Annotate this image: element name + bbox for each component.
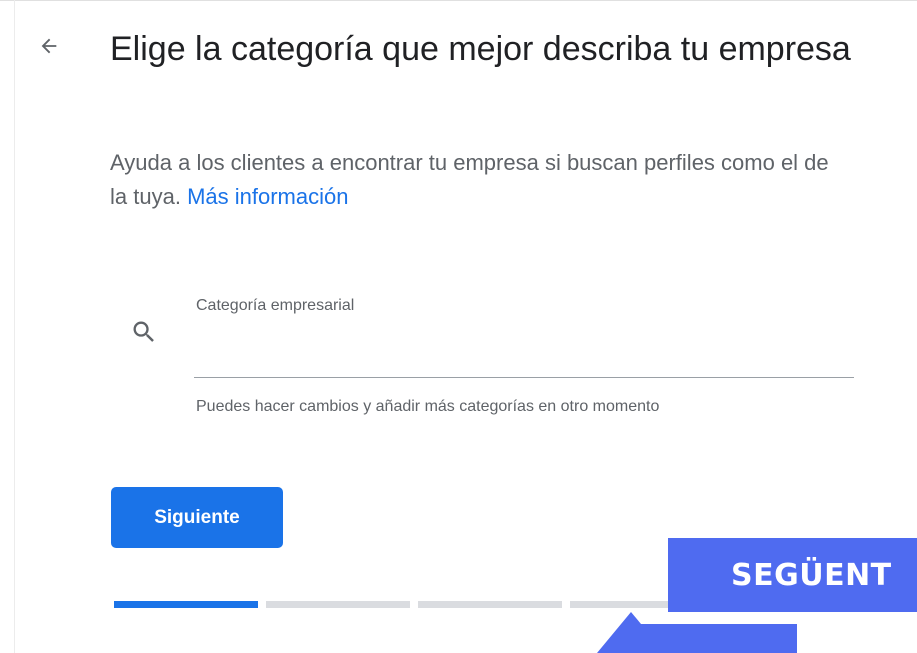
progress-step-3 [418, 601, 562, 608]
next-button[interactable]: Siguiente [111, 487, 283, 548]
annotation-banner: SEGÜENT [668, 538, 917, 612]
back-button[interactable] [36, 33, 62, 59]
annotation-arrow-icon [597, 612, 797, 653]
progress-step-2 [266, 601, 410, 608]
progress-bar [114, 601, 714, 608]
intro-text: Ayuda a los clientes a encontrar tu empr… [110, 146, 830, 214]
category-field-label: Categoría empresarial [196, 297, 355, 314]
page-title: Elige la categoría que mejor describa tu… [110, 30, 851, 68]
more-info-link[interactable]: Más información [187, 184, 348, 209]
progress-step-1 [114, 601, 258, 608]
annotation-banner-text: SEGÜENT [731, 557, 892, 593]
left-border [14, 0, 15, 653]
search-icon [133, 321, 154, 342]
category-input[interactable] [194, 330, 858, 376]
arrow-left-icon [41, 38, 57, 54]
top-border [0, 0, 917, 1]
category-input-underline [194, 377, 854, 378]
category-helper-text: Puedes hacer cambios y añadir más catego… [196, 398, 660, 415]
